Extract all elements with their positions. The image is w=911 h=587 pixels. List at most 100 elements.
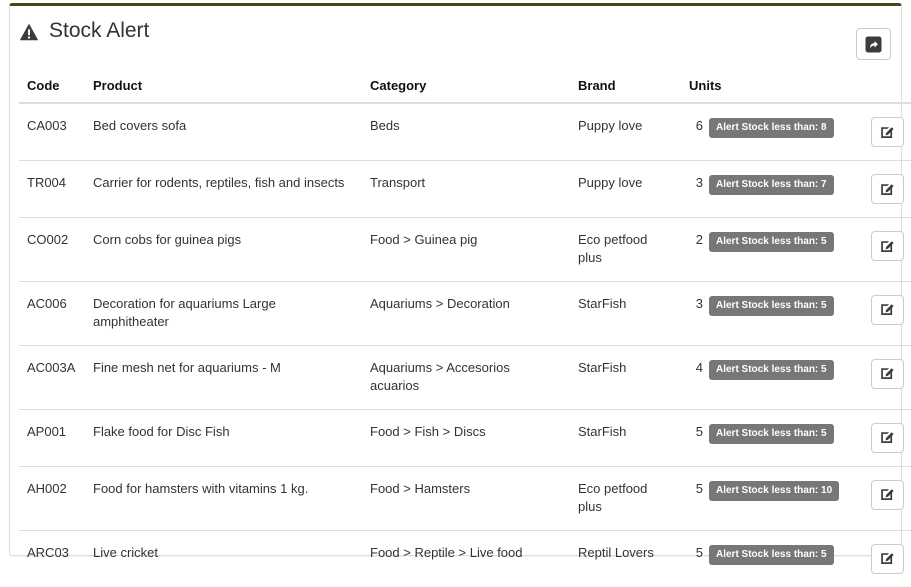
cell-units: 3 Alert Stock less than: 7 — [681, 160, 861, 218]
units-value: 2 — [695, 232, 703, 247]
cell-units: 5 Alert Stock less than: 10 — [681, 465, 861, 531]
edit-button[interactable] — [871, 358, 904, 389]
cell-action — [861, 408, 911, 467]
cell-code: AH002 — [19, 465, 85, 531]
cell-action — [861, 280, 911, 346]
cell-product: Food for hamsters with vitamins 1 kg. — [85, 465, 362, 531]
edit-button[interactable] — [871, 543, 904, 574]
status-badge: Alert Stock less than: 10 — [709, 480, 840, 501]
edit-button[interactable] — [871, 231, 904, 261]
table-row: CA003 Bed covers sofa Beds Puppy love 6 Alert… — [19, 103, 911, 161]
page-title: Stock Alert — [19, 20, 149, 41]
cell-category: Aquariums > Decoration — [362, 280, 570, 346]
units-value: 5 — [695, 544, 703, 560]
column-header-action — [861, 70, 911, 104]
cell-category: Transport — [362, 160, 570, 218]
units-value: 3 — [695, 175, 703, 190]
cell-code: AC003A — [19, 344, 85, 410]
cell-code: TR004 — [19, 160, 85, 218]
status-badge: Alert Stock less than: 5 — [709, 359, 834, 380]
status-badge: Alert Stock less than: 7 — [709, 175, 834, 195]
table-row: AH002 Food for hamsters with vitamins 1 k… — [19, 465, 911, 531]
cell-code: ARC03 — [19, 529, 85, 587]
units-value: 5 — [695, 480, 703, 496]
cell-brand: StarFish — [570, 344, 681, 410]
units-value: 5 — [695, 423, 703, 439]
edit-button[interactable] — [871, 422, 904, 453]
export-button[interactable] — [856, 28, 891, 60]
edit-pencil-icon — [880, 239, 895, 254]
cell-action — [861, 529, 911, 587]
edit-pencil-icon — [880, 182, 895, 197]
edit-pencil-icon — [880, 302, 895, 317]
page-title-text: Stock Alert — [49, 19, 150, 42]
edit-pencil-icon — [880, 487, 895, 502]
cell-product: Corn cobs for guinea pigs — [85, 217, 362, 282]
table-header-row: Code Product Category Brand Units — [19, 70, 911, 104]
stock-alert-panel: Stock Alert Code Product Category Brand … — [9, 3, 911, 587]
cell-units: 3 Alert Stock less than: 5 — [681, 280, 861, 346]
table-row: CO002 Corn cobs for guinea pigs Food > Gui… — [19, 217, 911, 282]
table-row: AC003A Fine mesh net for aquariums - M Aqu… — [19, 344, 911, 410]
cell-code: CO002 — [19, 217, 85, 282]
cell-units: 5 Alert Stock less than: 5 — [681, 529, 861, 587]
cell-category: Food > Hamsters — [362, 465, 570, 531]
cell-product: Flake food for Disc Fish — [85, 408, 362, 467]
edit-button[interactable] — [871, 117, 904, 147]
edit-pencil-icon — [880, 430, 895, 445]
cell-brand: Puppy love — [570, 160, 681, 218]
cell-units: 5 Alert Stock less than: 5 — [681, 408, 861, 467]
column-header-category: Category — [362, 70, 570, 104]
edit-button[interactable] — [871, 479, 904, 510]
cell-brand: Eco petfood plus — [570, 217, 681, 282]
status-badge: Alert Stock less than: 5 — [709, 423, 834, 444]
cell-code: AP001 — [19, 408, 85, 467]
cell-brand: Eco petfood plus — [570, 465, 681, 531]
stock-alert-table: Code Product Category Brand Units CA003 B… — [19, 70, 911, 587]
cell-brand: StarFish — [570, 408, 681, 467]
cell-brand: Puppy love — [578, 118, 643, 133]
status-badge: Alert Stock less than: 5 — [709, 544, 834, 565]
cell-units: 6 Alert Stock less than: 8 — [681, 103, 861, 161]
table-row: TR004 Carrier for rodents, reptiles, fish… — [19, 160, 911, 218]
warning-triangle-icon — [19, 22, 39, 42]
column-header-units: Units — [681, 70, 861, 104]
cell-category: Beds — [370, 118, 400, 133]
cell-category: Food > Reptile > Live food — [362, 529, 570, 587]
cell-product: Carrier for rodents, reptiles, fish and … — [85, 160, 362, 218]
cell-action — [861, 160, 911, 218]
cell-units: 2 Alert Stock less than: 5 — [681, 217, 861, 282]
edit-button[interactable] — [871, 174, 904, 204]
cell-category: Food > Fish > Discs — [362, 408, 570, 467]
stock-table-container: Code Product Category Brand Units CA003 B… — [10, 70, 911, 587]
cell-brand: Reptil Lovers — [570, 529, 681, 587]
cell-action — [861, 465, 911, 531]
cell-product: Bed covers sofa — [93, 118, 187, 133]
table-row: ARC03 Live cricket Food > Reptile > Live f… — [19, 529, 911, 587]
cell-code: AC006 — [19, 280, 85, 346]
units-value: 3 — [695, 295, 703, 311]
edit-button[interactable] — [871, 294, 904, 325]
cell-units: 4 Alert Stock less than: 5 — [681, 344, 861, 410]
cell-category: Aquariums > Accesorios acuarios — [362, 344, 570, 410]
column-header-code: Code — [19, 70, 85, 104]
cell-action — [861, 217, 911, 282]
edit-pencil-icon — [880, 125, 895, 140]
column-header-brand: Brand — [570, 70, 681, 104]
units-value: 6 — [695, 118, 703, 133]
table-body: CA003 Bed covers sofa Beds Puppy love 6 Alert… — [19, 103, 911, 587]
cell-action — [861, 103, 911, 161]
status-badge: Alert Stock less than: 5 — [709, 295, 834, 316]
status-badge: Alert Stock less than: 5 — [709, 232, 834, 252]
panel-header: Stock Alert — [10, 6, 901, 70]
table-header: Code Product Category Brand Units — [19, 70, 911, 104]
units-value: 4 — [695, 359, 703, 375]
share-export-icon — [865, 36, 882, 53]
cell-product: Fine mesh net for aquariums - M — [85, 344, 362, 410]
edit-pencil-icon — [880, 551, 895, 566]
cell-action — [861, 344, 911, 410]
edit-pencil-icon — [880, 366, 895, 381]
table-row: AP001 Flake food for Disc Fish Food > Fish… — [19, 408, 911, 467]
status-badge: Alert Stock less than: 8 — [709, 118, 834, 138]
cell-brand: StarFish — [570, 280, 681, 346]
